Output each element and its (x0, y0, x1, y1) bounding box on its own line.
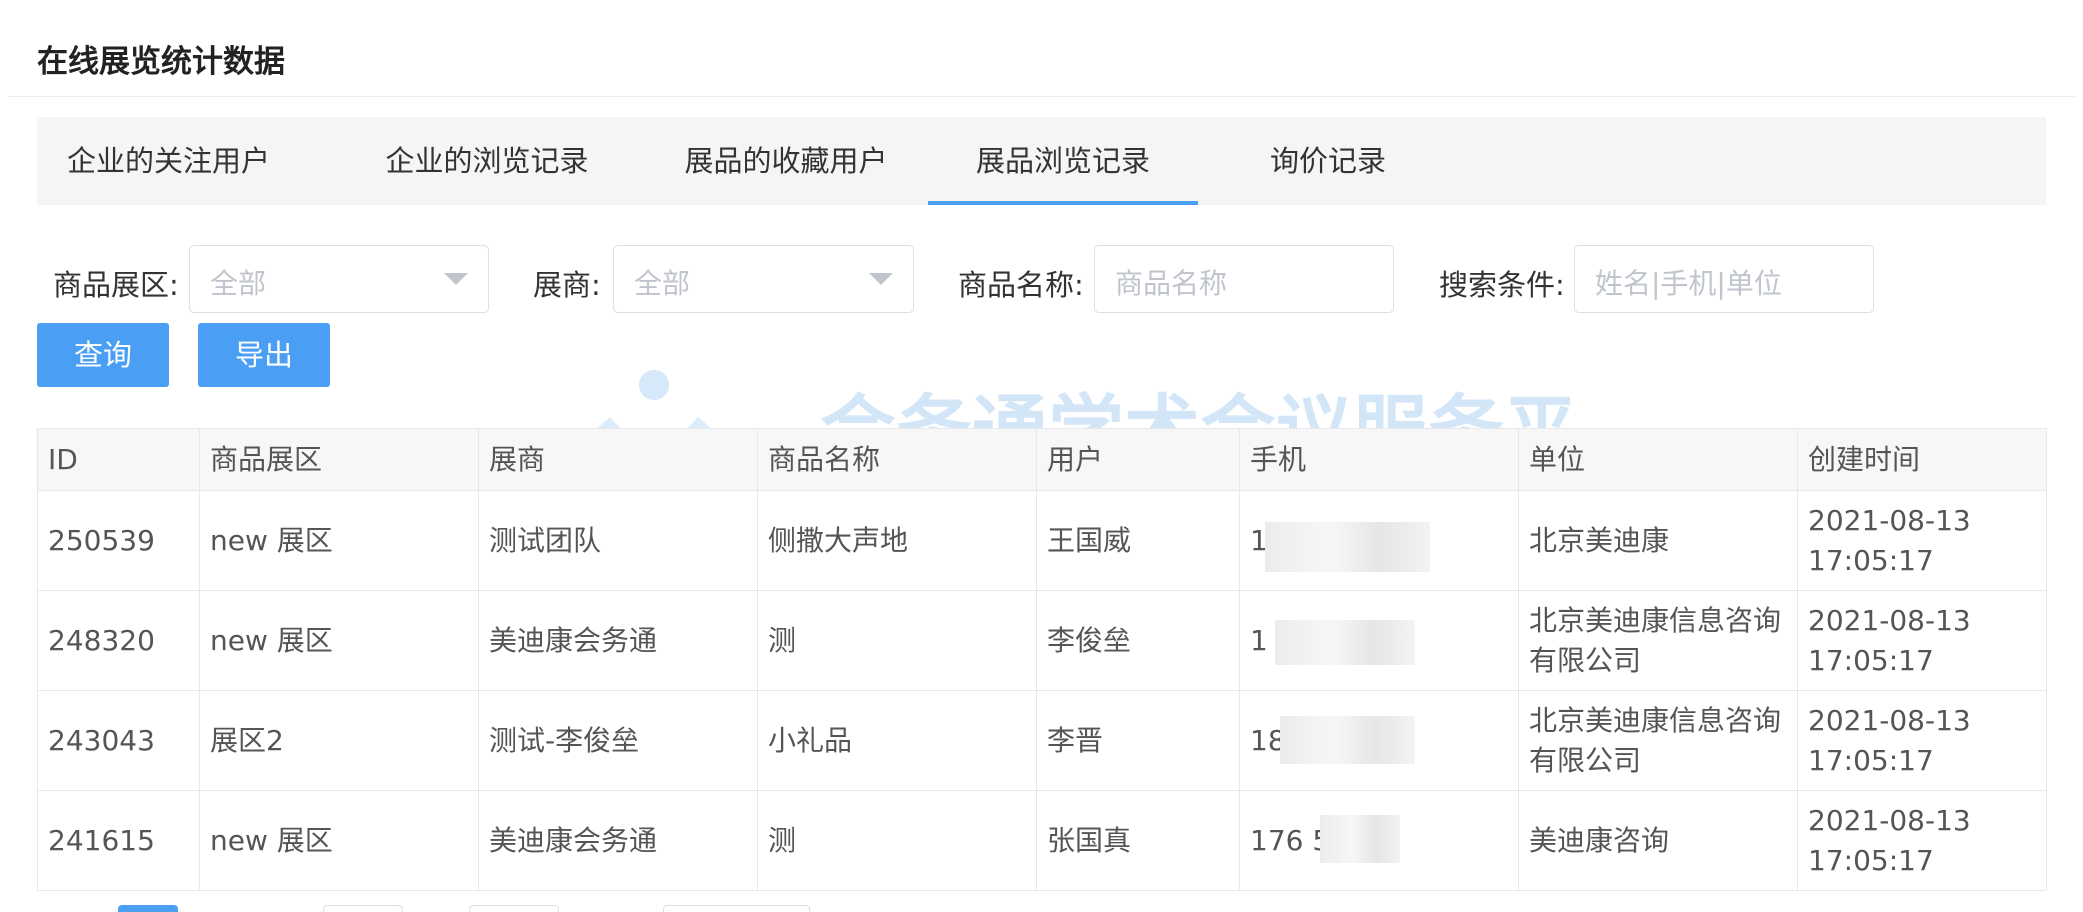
exhibitor-select[interactable]: 全部 (613, 245, 914, 313)
cell-unit: 美迪康咨询 (1518, 790, 1798, 891)
search-input[interactable]: 姓名|手机|单位 (1574, 245, 1874, 313)
cell-phone: 176 5 (1239, 790, 1519, 891)
records-table: ID 商品展区 展商 商品名称 用户 手机 单位 创建时间 250539 new… (37, 428, 2047, 891)
exhibitor-select-value: 全部 (634, 267, 691, 300)
cell-exhibitor: 测试-李俊垒 (478, 690, 758, 791)
cell-id: 248320 (37, 590, 200, 691)
column-header-id: ID (37, 428, 200, 491)
cell-zone: new 展区 (199, 590, 479, 691)
cell-product: 小礼品 (757, 690, 1037, 791)
export-button[interactable]: 导出 (198, 323, 330, 387)
exhibitor-filter-label: 展商: (533, 268, 601, 302)
column-header-created: 创建时间 (1797, 428, 2047, 491)
column-header-user: 用户 (1036, 428, 1240, 491)
cell-product: 侧撒大声地 (757, 490, 1037, 591)
cell-id: 241615 (37, 790, 200, 891)
cell-created: 2021-08-13 17:05:17 (1797, 790, 2047, 891)
table-row: 243043 展区2 测试-李俊垒 小礼品 李晋 18 北京美迪康信息咨询有限公… (37, 690, 2047, 791)
product-name-filter-label: 商品名称: (958, 268, 1084, 302)
product-name-input[interactable]: 商品名称 (1094, 245, 1394, 313)
column-header-phone: 手机 (1239, 428, 1519, 491)
cell-created: 2021-08-13 17:05:17 (1797, 690, 2047, 791)
cell-user: 王国威 (1036, 490, 1240, 591)
cell-exhibitor: 测试团队 (478, 490, 758, 591)
search-placeholder: 姓名|手机|单位 (1595, 267, 1782, 300)
cell-product: 测 (757, 590, 1037, 691)
tab-enterprise-browse-records[interactable]: 企业的浏览记录 (383, 117, 591, 205)
column-header-unit: 单位 (1518, 428, 1798, 491)
tab-inquiry-records[interactable]: 询价记录 (1253, 117, 1403, 205)
page-title: 在线展览统计数据 (37, 44, 285, 80)
pagination-jump-input[interactable] (663, 905, 810, 912)
tab-enterprise-followers[interactable]: 企业的关注用户 (67, 117, 270, 205)
cell-exhibitor: 美迪康会务通 (478, 590, 758, 691)
cell-phone: 1 5 (1239, 590, 1519, 691)
cell-user: 张国真 (1036, 790, 1240, 891)
cell-product: 测 (757, 790, 1037, 891)
cell-unit: 北京美迪康信息咨询有限公司 (1518, 690, 1798, 791)
tab-product-browse-records[interactable]: 展品浏览记录 (928, 117, 1198, 205)
product-name-placeholder: 商品名称 (1115, 267, 1228, 300)
pagination-page-button[interactable] (323, 905, 403, 912)
table-row: 248320 new 展区 美迪康会务通 测 李俊垒 1 5 北京美迪康信息咨询… (37, 590, 2047, 691)
zone-select-value: 全部 (210, 267, 267, 300)
column-header-product: 商品名称 (757, 428, 1037, 491)
cell-zone: 展区2 (199, 690, 479, 791)
query-button[interactable]: 查询 (37, 323, 169, 387)
cell-unit: 北京美迪康 (1518, 490, 1798, 591)
cell-exhibitor: 美迪康会务通 (478, 790, 758, 891)
column-header-zone: 商品展区 (199, 428, 479, 491)
tab-product-favorite-users[interactable]: 展品的收藏用户 (679, 117, 893, 205)
column-header-exhibitor: 展商 (478, 428, 758, 491)
chevron-down-icon (869, 273, 893, 285)
tab-bar: 企业的关注用户 企业的浏览记录 展品的收藏用户 展品浏览记录 询价记录 (37, 117, 2046, 205)
pagination-page-button[interactable] (469, 905, 559, 912)
chevron-down-icon (444, 273, 468, 285)
cell-zone: new 展区 (199, 490, 479, 591)
cell-zone: new 展区 (199, 790, 479, 891)
cell-id: 250539 (37, 490, 200, 591)
cell-user: 李俊垒 (1036, 590, 1240, 691)
table-header-row: ID 商品展区 展商 商品名称 用户 手机 单位 创建时间 (37, 428, 2047, 491)
cell-unit: 北京美迪康信息咨询有限公司 (1518, 590, 1798, 691)
cell-phone: 18 (1239, 690, 1519, 791)
cell-id: 243043 (37, 690, 200, 791)
pagination-current-page[interactable] (118, 905, 178, 912)
zone-filter-label: 商品展区: (53, 268, 179, 302)
table-row: 241615 new 展区 美迪康会务通 测 张国真 176 5 美迪康咨询 2… (37, 790, 2047, 891)
title-divider (8, 96, 2075, 97)
search-filter-label: 搜索条件: (1439, 268, 1565, 302)
cell-user: 李晋 (1036, 690, 1240, 791)
cell-created: 2021-08-13 17:05:17 (1797, 590, 2047, 691)
cell-created: 2021-08-13 17:05:17 (1797, 490, 2047, 591)
watermark-dot (639, 370, 669, 400)
zone-select[interactable]: 全部 (189, 245, 489, 313)
cell-phone: 1 (1239, 490, 1519, 591)
table-row: 250539 new 展区 测试团队 侧撒大声地 王国威 1 北京美迪康 202… (37, 490, 2047, 591)
